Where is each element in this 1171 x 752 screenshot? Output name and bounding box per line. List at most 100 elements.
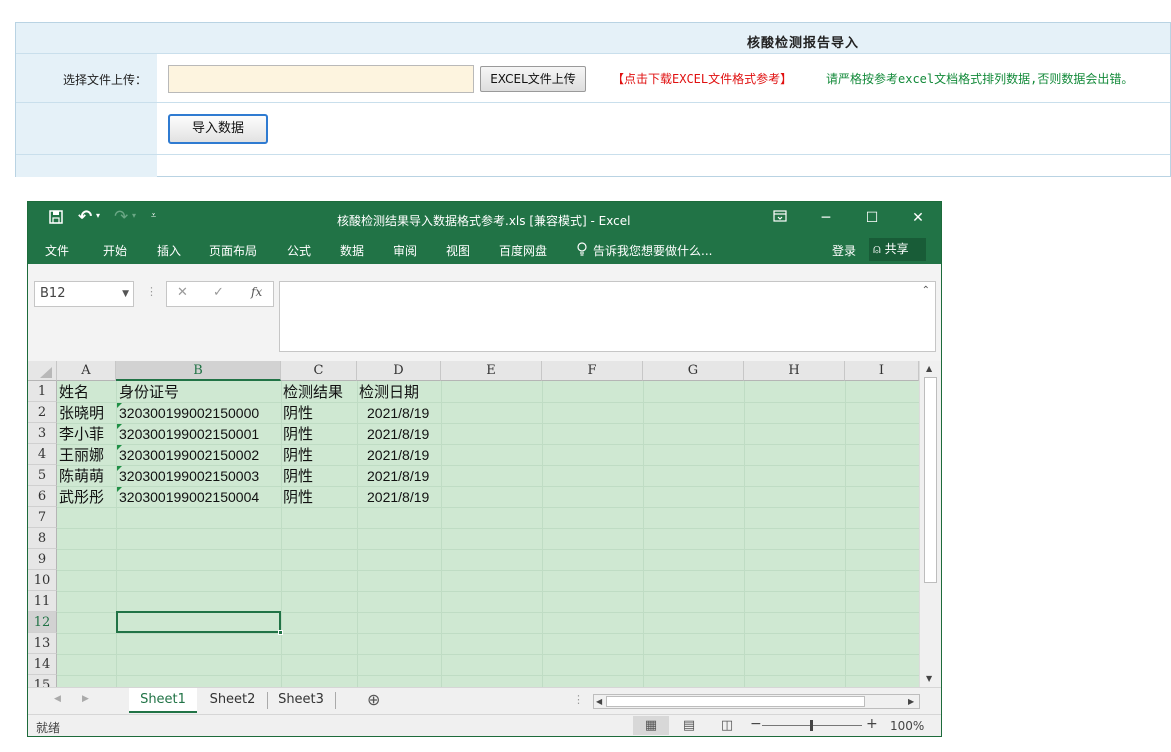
row-header-10[interactable]: 10 xyxy=(28,570,57,591)
function-icon[interactable]: fx xyxy=(251,285,262,299)
tab-insert[interactable]: 插入 xyxy=(157,242,181,259)
cell-b4[interactable]: 320300199002150002 xyxy=(119,445,259,466)
sheet-tab-sheet2[interactable]: Sheet2 xyxy=(199,688,266,713)
redo-dropdown-icon[interactable]: ▾ xyxy=(132,211,136,220)
row-header-8[interactable]: 8 xyxy=(28,528,57,549)
row-header-15[interactable]: 15 xyxy=(28,675,57,687)
cell-b1[interactable]: 身份证号 xyxy=(119,382,179,403)
horizontal-scrollbar[interactable]: ◀ ▶ xyxy=(593,694,920,709)
cell-a5[interactable]: 陈萌萌 xyxy=(59,466,104,487)
zoom-out-icon[interactable]: − xyxy=(750,716,762,732)
row-header-6[interactable]: 6 xyxy=(28,486,57,507)
worksheet-grid[interactable]: A B C D E F G H I 1 2 3 4 5 6 7 8 9 10 1… xyxy=(28,361,941,687)
cell-b3[interactable]: 320300199002150001 xyxy=(119,424,259,445)
zoom-level[interactable]: 100% xyxy=(890,719,924,733)
confirm-icon[interactable]: ✓ xyxy=(213,285,224,300)
horizontal-scroll-thumb[interactable] xyxy=(606,696,865,707)
tab-home[interactable]: 开始 xyxy=(103,242,127,259)
fill-handle[interactable] xyxy=(278,630,283,635)
chevron-down-icon[interactable]: ▼ xyxy=(122,282,129,306)
column-header-b[interactable]: B xyxy=(116,361,281,381)
scroll-down-icon[interactable]: ▼ xyxy=(926,674,932,683)
tab-file[interactable]: 文件 xyxy=(45,242,69,259)
row-header-4[interactable]: 4 xyxy=(28,444,57,465)
save-icon[interactable] xyxy=(48,209,64,229)
cell-c2[interactable]: 阴性 xyxy=(283,403,313,424)
normal-view-icon[interactable]: ▦ xyxy=(633,716,669,735)
tab-formulas[interactable]: 公式 xyxy=(287,242,311,259)
drag-handle-icon[interactable]: ⋮ xyxy=(146,285,157,298)
column-header-d[interactable]: D xyxy=(357,361,441,381)
row-header-7[interactable]: 7 xyxy=(28,507,57,528)
cell-c5[interactable]: 阴性 xyxy=(283,466,313,487)
cancel-icon[interactable]: ✕ xyxy=(177,285,188,300)
column-header-h[interactable]: H xyxy=(744,361,845,381)
column-header-i[interactable]: I xyxy=(845,361,919,381)
formula-input[interactable]: ⌃ xyxy=(279,281,936,352)
row-header-5[interactable]: 5 xyxy=(28,465,57,486)
scroll-left-icon[interactable]: ◀ xyxy=(596,697,602,706)
row-header-13[interactable]: 13 xyxy=(28,633,57,654)
row-header-1[interactable]: 1 xyxy=(28,381,57,402)
tab-baidu-netdisk[interactable]: 百度网盘 xyxy=(499,242,547,259)
zoom-slider-knob[interactable] xyxy=(810,720,813,731)
sheet-tab-sheet1[interactable]: Sheet1 xyxy=(129,688,197,713)
prev-sheet-icon[interactable]: ◀ xyxy=(54,694,61,704)
cell-d6[interactable]: 2021/8/19 xyxy=(367,487,429,508)
column-header-f[interactable]: F xyxy=(542,361,643,381)
row-header-14[interactable]: 14 xyxy=(28,654,57,675)
undo-icon[interactable]: ↶ xyxy=(78,207,92,227)
cell-d5[interactable]: 2021/8/19 xyxy=(367,466,429,487)
undo-dropdown-icon[interactable]: ▾ xyxy=(96,211,100,220)
cell-a4[interactable]: 王丽娜 xyxy=(59,445,104,466)
vertical-scrollbar[interactable]: ▲ ▼ xyxy=(919,361,941,687)
cell-a3[interactable]: 李小菲 xyxy=(59,424,104,445)
customize-icon[interactable]: ⩡ xyxy=(151,211,156,221)
cell-a2[interactable]: 张晓明 xyxy=(59,403,104,424)
row-header-11[interactable]: 11 xyxy=(28,591,57,612)
row-header-9[interactable]: 9 xyxy=(28,549,57,570)
share-button[interactable]: ⍝ 共享 xyxy=(869,238,926,261)
cell-b6[interactable]: 320300199002150004 xyxy=(119,487,259,508)
scroll-right-icon[interactable]: ▶ xyxy=(908,697,914,706)
minimize-icon[interactable]: ─ xyxy=(816,210,836,226)
row-header-2[interactable]: 2 xyxy=(28,402,57,423)
column-header-g[interactable]: G xyxy=(643,361,744,381)
redo-icon[interactable]: ↷ xyxy=(114,207,128,227)
tab-page-layout[interactable]: 页面布局 xyxy=(209,242,257,259)
cell-a1[interactable]: 姓名 xyxy=(59,382,89,403)
active-cell-b12[interactable] xyxy=(116,611,283,635)
cell-d2[interactable]: 2021/8/19 xyxy=(367,403,429,424)
add-sheet-icon[interactable]: ⊕ xyxy=(367,690,380,709)
tab-data[interactable]: 数据 xyxy=(340,242,364,259)
select-all-corner[interactable] xyxy=(28,361,57,381)
cell-c3[interactable]: 阴性 xyxy=(283,424,313,445)
row-header-3[interactable]: 3 xyxy=(28,423,57,444)
tab-review[interactable]: 审阅 xyxy=(393,242,417,259)
page-layout-view-icon[interactable]: ▤ xyxy=(671,716,707,735)
file-path-input[interactable] xyxy=(168,65,474,93)
name-box[interactable]: B12 ▼ xyxy=(34,281,134,307)
excel-upload-button[interactable]: EXCEL文件上传 xyxy=(480,66,586,92)
cell-b2[interactable]: 320300199002150000 xyxy=(119,403,259,424)
close-icon[interactable]: ✕ xyxy=(908,210,928,226)
split-handle-icon[interactable]: ⋮ xyxy=(573,693,584,706)
next-sheet-icon[interactable]: ▶ xyxy=(82,694,89,704)
column-header-c[interactable]: C xyxy=(281,361,357,381)
zoom-in-icon[interactable]: + xyxy=(866,716,878,732)
column-header-a[interactable]: A xyxy=(57,361,116,381)
cell-c1[interactable]: 检测结果 xyxy=(283,382,343,403)
cell-b5[interactable]: 320300199002150003 xyxy=(119,466,259,487)
import-data-button[interactable]: 导入数据 xyxy=(168,114,268,144)
tell-me-search[interactable]: 告诉我您想要做什么... xyxy=(593,242,712,259)
collapse-formula-icon[interactable]: ⌃ xyxy=(922,285,930,296)
maximize-icon[interactable]: ☐ xyxy=(862,210,882,226)
vertical-scroll-thumb[interactable] xyxy=(924,377,937,583)
cell-d1[interactable]: 检测日期 xyxy=(359,382,419,403)
page-break-view-icon[interactable]: ◫ xyxy=(709,716,745,735)
sheet-tab-sheet3[interactable]: Sheet3 xyxy=(268,688,334,713)
cell-a6[interactable]: 武彤彤 xyxy=(59,487,104,508)
ribbon-display-icon[interactable] xyxy=(770,210,790,226)
cell-d3[interactable]: 2021/8/19 xyxy=(367,424,429,445)
tab-view[interactable]: 视图 xyxy=(446,242,470,259)
